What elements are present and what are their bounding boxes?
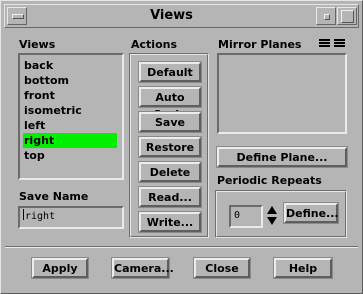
window-menu-icon[interactable] bbox=[7, 7, 27, 25]
window-title: Views bbox=[150, 8, 193, 23]
list-item-selected[interactable]: right bbox=[23, 133, 117, 148]
camera-button[interactable]: Camera... bbox=[111, 257, 174, 279]
spin-arrows[interactable] bbox=[267, 206, 277, 226]
maximize-icon[interactable] bbox=[337, 7, 357, 25]
default-button[interactable]: Default bbox=[138, 61, 202, 83]
views-dialog: Views Views back bottom front isometric … bbox=[0, 0, 363, 294]
apply-button[interactable]: Apply bbox=[31, 257, 89, 279]
read-button[interactable]: Read... bbox=[138, 186, 202, 208]
views-label: Views bbox=[19, 38, 56, 51]
actions-label: Actions bbox=[131, 38, 177, 51]
write-button[interactable]: Write... bbox=[138, 211, 202, 233]
list-outline-icon[interactable] bbox=[334, 39, 345, 50]
title-bar[interactable]: Views bbox=[4, 4, 359, 28]
spin-up-icon[interactable] bbox=[267, 206, 277, 214]
define-repeats-button[interactable]: Define... bbox=[283, 202, 339, 224]
help-button[interactable]: Help bbox=[273, 257, 333, 279]
periodic-repeats-input[interactable]: 0 bbox=[229, 205, 263, 228]
views-list[interactable]: back bottom front isometric left right t… bbox=[18, 53, 124, 180]
list-item[interactable]: left bbox=[23, 118, 117, 133]
define-plane-button[interactable]: Define Plane... bbox=[216, 146, 348, 168]
save-name-input[interactable]: right bbox=[18, 206, 124, 229]
periodic-repeats-label: Periodic Repeats bbox=[217, 174, 322, 187]
spin-down-icon[interactable] bbox=[267, 217, 277, 225]
mirror-planes-list[interactable] bbox=[217, 53, 347, 134]
list-item[interactable]: isometric bbox=[23, 103, 117, 118]
list-item[interactable]: back bbox=[23, 58, 117, 73]
close-button[interactable]: Close bbox=[193, 257, 251, 279]
text-caret bbox=[23, 209, 24, 220]
mirror-planes-label: Mirror Planes bbox=[218, 38, 302, 51]
auto-scale-button[interactable]: Auto Scale bbox=[138, 86, 202, 121]
restore-button[interactable]: Restore bbox=[138, 136, 202, 158]
save-button[interactable]: Save bbox=[138, 111, 202, 133]
save-name-value: right bbox=[25, 211, 56, 222]
list-item[interactable]: bottom bbox=[23, 73, 117, 88]
list-lines-icon[interactable] bbox=[319, 39, 330, 50]
delete-button[interactable]: Delete bbox=[138, 161, 202, 183]
separator bbox=[5, 246, 358, 248]
minimize-icon[interactable] bbox=[316, 7, 336, 25]
list-item[interactable]: front bbox=[23, 88, 117, 103]
list-item[interactable]: top bbox=[23, 148, 117, 163]
save-name-label: Save Name bbox=[19, 190, 89, 203]
